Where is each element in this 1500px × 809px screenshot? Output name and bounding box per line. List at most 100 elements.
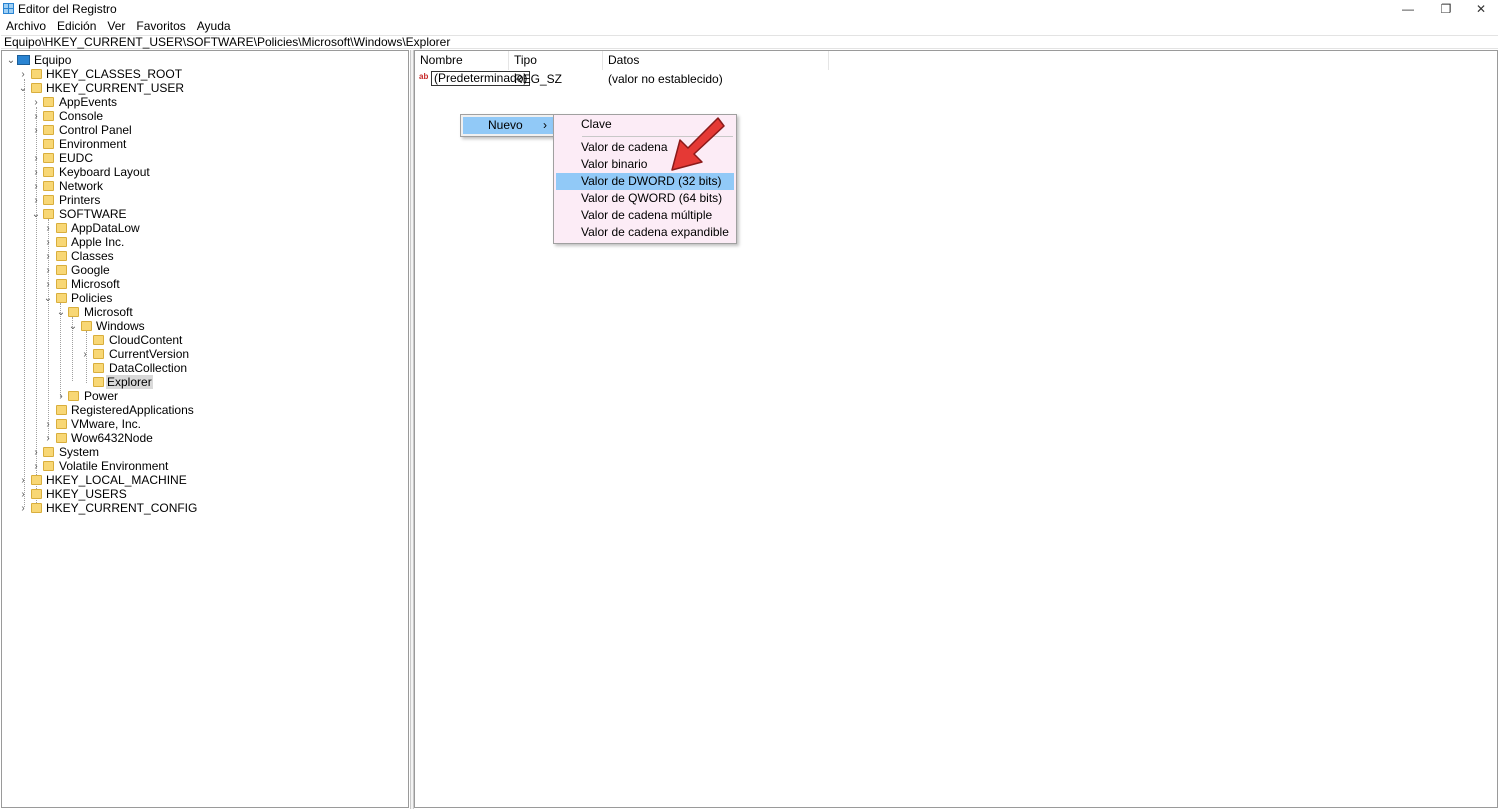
tree-item-hkcu[interactable]: ⌄ HKEY_CURRENT_USER <box>2 81 402 95</box>
tree-item-environment[interactable]: Environment <box>2 137 402 151</box>
computer-icon <box>17 55 30 65</box>
chevron-right-icon[interactable]: › <box>18 67 28 81</box>
tree-item-apple-inc[interactable]: › Apple Inc. <box>2 235 402 249</box>
tree-item-hklm[interactable]: › HKEY_LOCAL_MACHINE <box>2 473 402 487</box>
tree-item-equipo[interactable]: ⌄ Equipo <box>2 53 402 67</box>
folder-icon <box>93 377 104 387</box>
chevron-right-icon[interactable]: › <box>31 445 41 459</box>
tree-item-hkcr[interactable]: › HKEY_CLASSES_ROOT <box>2 67 402 81</box>
tree-item-explorer[interactable]: Explorer <box>2 375 402 389</box>
address-bar[interactable]: Equipo\HKEY_CURRENT_USER\SOFTWARE\Polici… <box>1 35 1498 49</box>
close-button[interactable]: ✕ <box>1458 0 1500 18</box>
chevron-right-icon[interactable]: › <box>56 389 66 403</box>
tree-item-wow6432node[interactable]: › Wow6432Node <box>2 431 402 445</box>
folder-icon <box>43 195 54 205</box>
tree-item-label: Google <box>71 263 110 277</box>
chevron-right-icon[interactable]: › <box>43 221 53 235</box>
chevron-down-icon[interactable]: ⌄ <box>31 207 41 221</box>
column-header-nombre[interactable]: Nombre <box>415 51 509 70</box>
chevron-down-icon[interactable]: ⌄ <box>18 81 28 95</box>
tree-item-label: CurrentVersion <box>109 347 190 361</box>
chevron-right-icon[interactable]: › <box>43 249 53 263</box>
chevron-right-icon[interactable]: › <box>31 165 41 179</box>
submenu-item-valor-multicadena[interactable]: Valor de cadena múltiple <box>556 207 734 224</box>
tree-item-vmware[interactable]: › VMware, Inc. <box>2 417 402 431</box>
tree-item-label: Control Panel <box>59 123 132 137</box>
tree-pane[interactable]: ⌄ Equipo › HKEY_CLASSES_ROOT ⌄ HKEY_CURR… <box>1 50 409 808</box>
chevron-right-icon[interactable]: › <box>43 431 53 445</box>
tree-item-network[interactable]: › Network <box>2 179 402 193</box>
submenu-item-valor-dword[interactable]: Valor de DWORD (32 bits) <box>556 173 734 190</box>
tree-item-keyboard-layout[interactable]: › Keyboard Layout <box>2 165 402 179</box>
submenu-item-valor-qword[interactable]: Valor de QWORD (64 bits) <box>556 190 734 207</box>
folder-icon <box>68 391 79 401</box>
folder-icon <box>56 265 67 275</box>
chevron-down-icon[interactable]: ⌄ <box>43 291 53 305</box>
tree-item-google[interactable]: › Google <box>2 263 402 277</box>
tree-item-registeredapplications[interactable]: RegisteredApplications <box>2 403 402 417</box>
chevron-right-icon[interactable]: › <box>80 347 90 361</box>
tree-item-control-panel[interactable]: › Control Panel <box>2 123 402 137</box>
tree-item-power[interactable]: › Power <box>2 389 402 403</box>
folder-icon <box>43 447 54 457</box>
tree-item-microsoft[interactable]: › Microsoft <box>2 277 402 291</box>
chevron-right-icon[interactable]: › <box>31 459 41 473</box>
menu-edicion[interactable]: Edición <box>51 18 101 35</box>
context-menu-nuevo[interactable]: Nuevo › <box>463 117 553 134</box>
tree-item-policies[interactable]: ⌄ Policies <box>2 291 402 305</box>
submenu-item-valor-expandible[interactable]: Valor de cadena expandible <box>556 224 734 241</box>
chevron-right-icon[interactable]: › <box>31 109 41 123</box>
chevron-right-icon[interactable]: › <box>43 235 53 249</box>
chevron-right-icon[interactable]: › <box>43 417 53 431</box>
folder-icon <box>43 125 54 135</box>
chevron-right-icon[interactable]: › <box>31 123 41 137</box>
tree-item-cloudcontent[interactable]: CloudContent <box>2 333 402 347</box>
tree-item-appevents[interactable]: › AppEvents <box>2 95 402 109</box>
submenu-item-label: Valor de cadena múltiple <box>581 208 713 222</box>
tree-item-label: VMware, Inc. <box>71 417 142 431</box>
chevron-down-icon[interactable]: ⌄ <box>56 305 66 319</box>
tree-item-system[interactable]: › System <box>2 445 402 459</box>
tree-item-label: SOFTWARE <box>59 207 127 221</box>
tree-item-currentversion[interactable]: › CurrentVersion <box>2 347 402 361</box>
menu-ver[interactable]: Ver <box>101 18 130 35</box>
tree-item-appdatalow[interactable]: › AppDataLow <box>2 221 402 235</box>
folder-icon <box>31 69 42 79</box>
string-value-icon: ab <box>419 72 429 81</box>
tree-item-hku[interactable]: › HKEY_USERS <box>2 487 402 501</box>
tree-item-label: EUDC <box>59 151 94 165</box>
chevron-down-icon[interactable]: ⌄ <box>6 53 16 67</box>
chevron-down-icon[interactable]: ⌄ <box>68 319 78 333</box>
tree-item-datacollection[interactable]: DataCollection <box>2 361 402 375</box>
menu-archivo[interactable]: Archivo <box>0 18 51 35</box>
tree-item-classes[interactable]: › Classes <box>2 249 402 263</box>
folder-icon <box>56 279 67 289</box>
tree-item-eudc[interactable]: › EUDC <box>2 151 402 165</box>
chevron-right-icon[interactable]: › <box>31 193 41 207</box>
submenu-item-label: Valor de cadena <box>581 140 668 154</box>
chevron-right-icon[interactable]: › <box>18 487 28 501</box>
chevron-right-icon[interactable]: › <box>43 277 53 291</box>
menu-ayuda[interactable]: Ayuda <box>191 18 236 35</box>
folder-icon <box>56 293 67 303</box>
tree-item-hkcc[interactable]: › HKEY_CURRENT_CONFIG <box>2 501 402 515</box>
tree-item-software[interactable]: ⌄ SOFTWARE <box>2 207 402 221</box>
chevron-right-icon[interactable]: › <box>18 501 28 515</box>
tree-item-label: Microsoft <box>84 305 133 319</box>
submenu-item-label: Valor de QWORD (64 bits) <box>581 191 723 205</box>
red-arrow-icon <box>671 117 725 171</box>
submenu-item-label: Valor binario <box>581 157 648 171</box>
chevron-right-icon[interactable]: › <box>43 263 53 277</box>
column-header-datos[interactable]: Datos <box>603 51 829 70</box>
column-header-tipo[interactable]: Tipo <box>509 51 603 70</box>
menu-favoritos[interactable]: Favoritos <box>130 18 190 35</box>
tree-item-printers[interactable]: › Printers <box>2 193 402 207</box>
chevron-right-icon[interactable]: › <box>31 95 41 109</box>
tree-item-console[interactable]: › Console <box>2 109 402 123</box>
tree-item-windows[interactable]: ⌄ Windows <box>2 319 402 333</box>
chevron-right-icon[interactable]: › <box>31 179 41 193</box>
chevron-right-icon[interactable]: › <box>31 151 41 165</box>
tree-item-volatile-environment[interactable]: › Volatile Environment <box>2 459 402 473</box>
tree-item-policies-microsoft[interactable]: ⌄ Microsoft <box>2 305 402 319</box>
chevron-right-icon[interactable]: › <box>18 473 28 487</box>
